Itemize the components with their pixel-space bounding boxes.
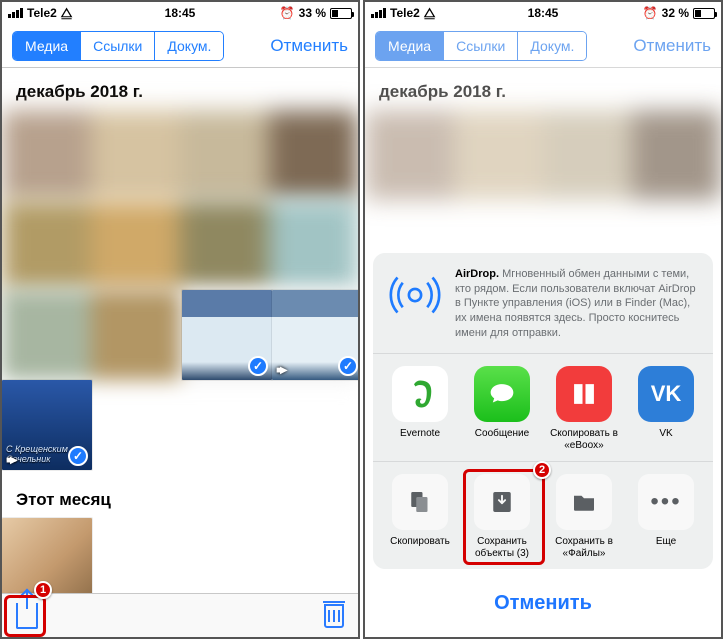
alarm-icon: ⏰ xyxy=(643,6,658,20)
battery-icon xyxy=(693,8,715,19)
battery-icon xyxy=(330,8,352,19)
airdrop-title: AirDrop. xyxy=(455,268,499,280)
media-grid: С Крещенским Сочельник xyxy=(2,110,358,380)
airdrop-text: AirDrop. Мгновенный обмен данными с теми… xyxy=(455,267,699,341)
annotation-highlight xyxy=(463,469,545,565)
action-label: Скопировать xyxy=(390,536,450,558)
wifi-icon: ⧋ xyxy=(424,5,436,21)
tab-media[interactable]: Медиа xyxy=(13,32,81,60)
files-icon xyxy=(556,474,612,530)
airdrop-icon xyxy=(387,267,443,323)
cancel-button[interactable]: Отменить xyxy=(633,36,711,56)
tab-docs[interactable]: Докум. xyxy=(518,32,586,60)
media-thumb[interactable] xyxy=(182,290,272,380)
navbar: Медиа Ссылки Докум. Отменить xyxy=(2,24,358,68)
segmented-control: Медиа Ссылки Докум. xyxy=(375,31,587,61)
share-app-vk[interactable]: VK VK xyxy=(627,366,705,451)
evernote-icon xyxy=(392,366,448,422)
carrier-label: Tele2 xyxy=(390,6,420,20)
status-bar: Tele2 ⧋ 18:45 ⏰ 32 % xyxy=(365,2,721,24)
bottom-toolbar xyxy=(2,593,358,637)
navbar: Медиа Ссылки Докум. Отменить xyxy=(365,24,721,68)
sheet-cancel-button[interactable]: Отменить xyxy=(373,577,713,629)
tab-links[interactable]: Ссылки xyxy=(444,32,518,60)
annotation-badge-1: 1 xyxy=(34,581,52,599)
section-this-month: Этот месяц xyxy=(2,476,358,518)
selection-check-icon xyxy=(248,356,268,376)
media-thumb[interactable] xyxy=(272,290,360,380)
annotation-badge-2: 2 xyxy=(533,461,551,479)
alarm-icon: ⏰ xyxy=(280,6,295,20)
tab-links[interactable]: Ссылки xyxy=(81,32,155,60)
battery-percent: 32 % xyxy=(662,6,689,20)
section-december: декабрь 2018 г. xyxy=(365,68,721,110)
share-apps-row: Evernote Сообщение Скопировать в «eBoox» xyxy=(373,354,713,462)
thumb-caption: С Крещенским xyxy=(6,444,68,454)
status-bar: Tele2 ⧋ 18:45 ⏰ 33 % xyxy=(2,2,358,24)
action-save-files[interactable]: Сохранить в «Файлы» xyxy=(545,474,623,559)
copy-icon xyxy=(392,474,448,530)
phone-left: Tele2 ⧋ 18:45 ⏰ 33 % Медиа Ссылки Докум.… xyxy=(0,0,360,639)
section-december: декабрь 2018 г. xyxy=(2,68,358,110)
media-grid xyxy=(365,110,721,200)
tab-media[interactable]: Медиа xyxy=(376,32,444,60)
signal-icon xyxy=(8,8,23,18)
app-label: Скопировать в «eBoox» xyxy=(545,428,623,451)
carrier-label: Tele2 xyxy=(27,6,57,20)
app-label: Сообщение xyxy=(475,428,529,450)
trash-icon[interactable] xyxy=(324,604,344,628)
vk-icon: VK xyxy=(638,366,694,422)
tab-docs[interactable]: Докум. xyxy=(155,32,223,60)
wifi-icon: ⧋ xyxy=(61,5,73,21)
action-label: Сохранить в «Файлы» xyxy=(545,536,623,559)
segmented-control: Медиа Ссылки Докум. xyxy=(12,31,224,61)
selection-check-icon xyxy=(68,446,88,466)
action-label: Еще xyxy=(656,536,676,558)
selection-check-icon xyxy=(338,356,358,376)
share-icon[interactable] xyxy=(16,603,38,629)
share-app-messages[interactable]: Сообщение xyxy=(463,366,541,451)
action-more[interactable]: ••• Еще xyxy=(627,474,705,559)
signal-icon xyxy=(371,8,386,18)
share-app-eboox[interactable]: Скопировать в «eBoox» xyxy=(545,366,623,451)
video-indicator-icon xyxy=(6,455,16,466)
phone-right: Tele2 ⧋ 18:45 ⏰ 32 % Медиа Ссылки Докум.… xyxy=(363,0,723,639)
cancel-button[interactable]: Отменить xyxy=(270,36,348,56)
share-app-evernote[interactable]: Evernote xyxy=(381,366,459,451)
share-sheet: AirDrop. Мгновенный обмен данными с теми… xyxy=(373,253,713,629)
action-copy[interactable]: Скопировать xyxy=(381,474,459,559)
video-indicator-icon xyxy=(276,365,286,376)
app-label: VK xyxy=(659,428,672,450)
eboox-icon xyxy=(556,366,612,422)
airdrop-section[interactable]: AirDrop. Мгновенный обмен данными с теми… xyxy=(373,253,713,354)
app-label: Evernote xyxy=(400,428,440,450)
media-thumb[interactable]: С Крещенским Сочельник xyxy=(2,380,92,470)
messages-icon xyxy=(474,366,530,422)
battery-percent: 33 % xyxy=(299,6,326,20)
more-icon: ••• xyxy=(638,474,694,530)
